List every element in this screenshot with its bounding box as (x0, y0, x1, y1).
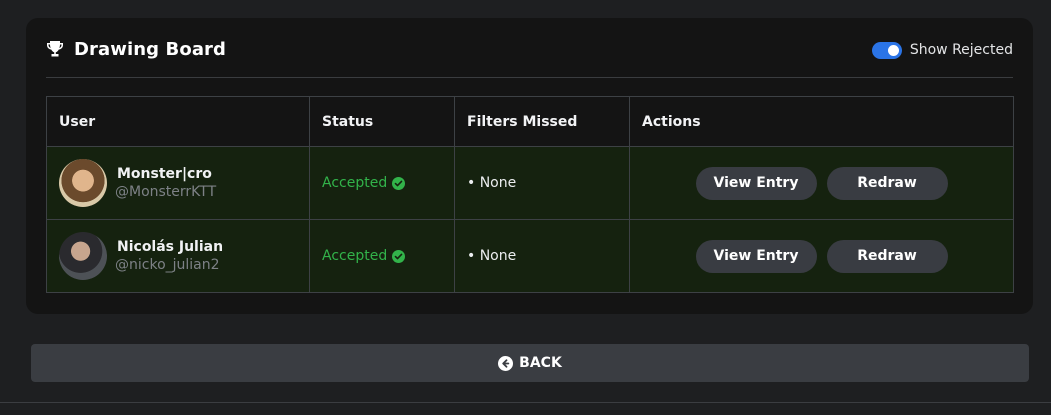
arrow-left-circle-icon (498, 355, 514, 371)
back-button[interactable]: BACK (31, 344, 1029, 382)
column-header-status: Status (309, 96, 455, 147)
avatar[interactable] (59, 232, 107, 280)
show-rejected-label: Show Rejected (909, 42, 1013, 58)
status-badge: Accepted (322, 248, 406, 264)
status-cell: Accepted (309, 219, 455, 293)
user-name: Monster|cro (117, 166, 212, 182)
filters-missed-value: • None (467, 175, 517, 191)
show-rejected-toggle[interactable] (871, 41, 902, 59)
back-label: BACK (519, 355, 562, 371)
status-text: Accepted (322, 175, 388, 191)
avatar[interactable] (59, 159, 107, 207)
view-entry-button[interactable]: View Entry (695, 166, 817, 200)
show-rejected-toggle-wrap: Show Rejected (871, 39, 1013, 61)
view-entry-button[interactable]: View Entry (695, 239, 817, 273)
filters-missed-cell: • None (454, 219, 630, 293)
card-header: Drawing Board Show Rejected (46, 38, 1013, 78)
redraw-button[interactable]: Redraw (826, 166, 948, 200)
drawing-board-card: Drawing Board Show Rejected User Status … (26, 18, 1033, 314)
check-circle-icon (392, 176, 406, 190)
redraw-button[interactable]: Redraw (826, 239, 948, 273)
status-cell: Accepted (309, 146, 455, 220)
actions-cell: View Entry Redraw (629, 146, 1014, 220)
status-badge: Accepted (322, 175, 406, 191)
title-wrap: Drawing Board (46, 38, 226, 60)
column-header-user: User (46, 96, 310, 147)
table-row: Nicolás Julian @nicko_julian2 Accepted • (46, 219, 1014, 293)
user-name: Nicolás Julian (117, 239, 224, 255)
filters-missed-cell: • None (454, 146, 630, 220)
filters-missed-value: • None (467, 248, 517, 264)
user-cell: Nicolás Julian @nicko_julian2 (46, 219, 310, 293)
divider (0, 402, 1051, 403)
column-header-filters-missed: Filters Missed (454, 96, 630, 147)
user-handle: @MonsterrKTT (115, 184, 217, 200)
table-header-row: User Status Filters Missed Actions (46, 96, 1014, 147)
actions-cell: View Entry Redraw (629, 219, 1014, 293)
page-title: Drawing Board (74, 38, 227, 60)
check-circle-icon (392, 249, 406, 263)
table-row: Monster|cro @MonsterrKTT Accepted • None (46, 146, 1014, 220)
user-handle: @nicko_julian2 (115, 257, 220, 273)
trophy-icon (46, 40, 64, 58)
column-header-actions: Actions (629, 96, 1014, 147)
status-text: Accepted (322, 248, 388, 264)
entries-table: User Status Filters Missed Actions Monst… (46, 96, 1014, 293)
user-cell: Monster|cro @MonsterrKTT (46, 146, 310, 220)
